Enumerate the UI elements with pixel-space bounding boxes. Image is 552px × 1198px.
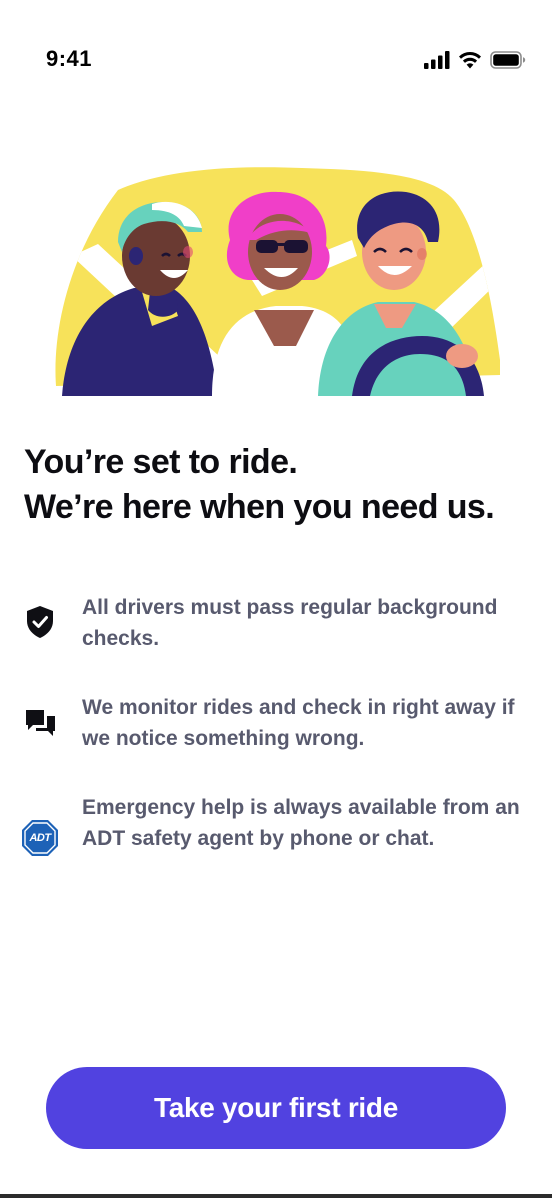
feature-text: We monitor rides and check in right away… <box>82 696 515 750</box>
battery-icon <box>490 51 526 69</box>
wifi-icon <box>459 51 481 69</box>
page-title: You’re set to ride. We’re here when you … <box>24 440 534 530</box>
shield-check-icon <box>20 602 60 642</box>
headline-line-1: You’re set to ride. <box>24 443 298 481</box>
status-time: 9:41 <box>46 46 93 71</box>
take-first-ride-button[interactable]: Take your first ride <box>46 1067 506 1149</box>
adt-logo-icon: ADT <box>20 818 60 858</box>
status-bar: 9:41 <box>0 0 552 110</box>
bottom-divider <box>0 1194 552 1198</box>
cellular-signal-icon <box>424 51 450 69</box>
chat-bubbles-icon <box>20 704 60 744</box>
three-passengers-riding-illustration <box>55 167 500 396</box>
feature-text: All drivers must pass regular background… <box>82 596 498 650</box>
status-icons <box>424 49 526 71</box>
feature-text: Emergency help is always available from … <box>82 796 520 850</box>
adt-logo-text: ADT <box>29 832 51 844</box>
headline-line-2: We’re here when you need us. <box>24 488 495 526</box>
